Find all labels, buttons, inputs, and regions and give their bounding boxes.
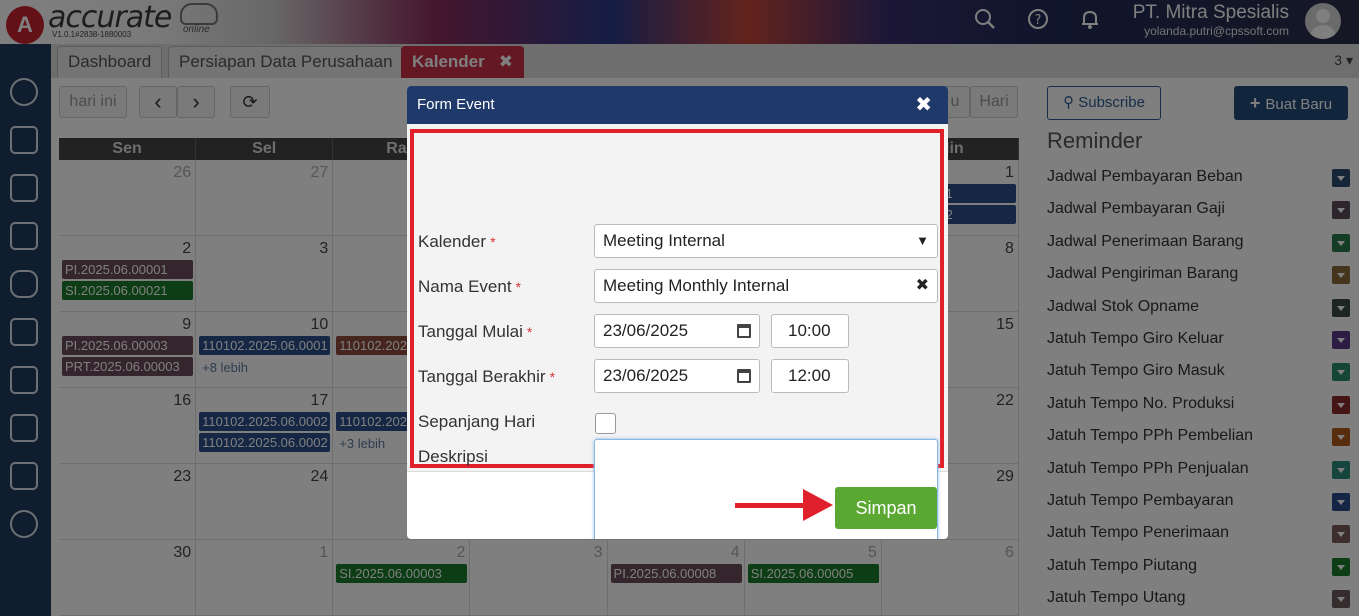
sepanjang-hari-label: Sepanjang Hari [418, 412, 536, 431]
nama-event-label: Nama Event * [418, 277, 521, 296]
sepanjang-hari-checkbox[interactable] [595, 413, 616, 434]
tanggal-berakhir-date-input[interactable]: 23/06/2025 [594, 359, 760, 393]
annotation-arrow-line [735, 503, 805, 508]
form-event-modal: Form Event ✖ Kalender * Meeting Internal … [407, 86, 948, 539]
calendar-icon[interactable] [737, 324, 751, 338]
kalender-select[interactable]: Meeting Internal ▼ [594, 224, 938, 258]
tanggal-mulai-time-input[interactable]: 10:00 [771, 314, 849, 348]
nama-event-value: Meeting Monthly Internal [603, 276, 790, 295]
tanggal-mulai-date-input[interactable]: 23/06/2025 [594, 314, 760, 348]
tanggal-berakhir-date: 23/06/2025 [603, 366, 689, 385]
chevron-down-icon: ▼ [916, 233, 929, 248]
annotation-arrow-head [803, 489, 833, 521]
deskripsi-label: Deskripsi [418, 447, 488, 466]
tanggal-berakhir-time-input[interactable]: 12:00 [771, 359, 849, 393]
clear-icon[interactable]: ✖ [916, 270, 929, 302]
close-icon[interactable]: ✖ [915, 86, 932, 124]
nama-event-input[interactable]: Meeting Monthly Internal ✖ [594, 269, 938, 303]
modal-header: Form Event ✖ [407, 86, 948, 124]
simpan-button[interactable]: Simpan [835, 487, 937, 529]
kalender-value: Meeting Internal [603, 231, 725, 250]
calendar-icon[interactable] [737, 369, 751, 383]
modal-body: Kalender * Meeting Internal ▼ Nama Event *… [407, 124, 948, 539]
tanggal-berakhir-label: Tanggal Berakhir * [418, 367, 556, 386]
modal-title: Form Event [417, 96, 495, 113]
tanggal-mulai-date: 23/06/2025 [603, 321, 689, 340]
tanggal-mulai-label: Tanggal Mulai * [418, 322, 533, 341]
kalender-label: Kalender * [418, 232, 496, 251]
